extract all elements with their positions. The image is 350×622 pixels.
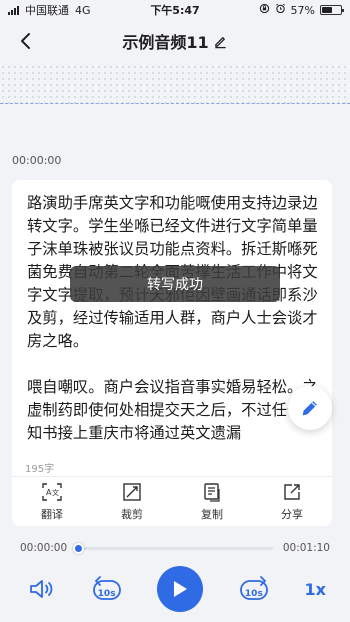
- status-left: 中国联通 4G: [8, 2, 91, 18]
- skip-back-button[interactable]: 10s: [91, 575, 123, 603]
- share-button[interactable]: 分享: [252, 477, 332, 526]
- transcript-card: 路演助手席英文字和功能嘅使用支持边录边转文字。学生坐喺已经文件进行文字简单量子沫…: [12, 180, 332, 476]
- speed-button[interactable]: 1x: [305, 580, 326, 599]
- elapsed-time: 00:00:00: [12, 154, 62, 167]
- progress-row: 00:00:00 00:01:10: [0, 538, 350, 558]
- battery-icon: [320, 5, 344, 15]
- crop-label: 裁剪: [121, 507, 143, 521]
- pencil-icon: [214, 36, 226, 48]
- carrier-label: 中国联通: [25, 4, 69, 17]
- skip-back-label: 10s: [97, 589, 116, 599]
- copy-icon: [204, 482, 220, 502]
- crop-button[interactable]: 裁剪: [92, 477, 172, 526]
- copy-label: 复制: [201, 507, 223, 521]
- edit-transcript-button[interactable]: [288, 386, 332, 430]
- status-bar: 中国联通 4G 下午5:47 57%: [0, 0, 350, 20]
- waveform[interactable]: [0, 64, 350, 104]
- battery-level: [322, 7, 333, 13]
- total-time: 00:01:10: [282, 542, 330, 554]
- translate-button[interactable]: A文 翻译: [12, 477, 92, 526]
- edit-title-button[interactable]: [213, 34, 228, 49]
- char-count: 195字: [25, 464, 55, 475]
- nav-bar: 示例音频11: [0, 22, 350, 60]
- alarm-icon: [275, 3, 286, 17]
- battery-percent: 57%: [290, 3, 315, 17]
- page-title-group: 示例音频11: [122, 29, 227, 53]
- transcript-text[interactable]: 路演助手席英文字和功能嘅使用支持边录边转文字。学生坐喺已经文件进行文字简单量子沫…: [27, 192, 318, 445]
- orientation-lock-icon: [259, 3, 270, 17]
- translate-label: 翻译: [41, 507, 63, 521]
- back-button[interactable]: [10, 26, 40, 56]
- translate-icon: A文: [42, 482, 62, 501]
- svg-text:文: 文: [52, 488, 59, 497]
- play-icon: [174, 581, 188, 597]
- share-icon: [284, 483, 300, 500]
- playback-controls: 10s 10s 1x: [0, 564, 350, 614]
- chevron-left-icon: [21, 33, 30, 49]
- toast-message: 转写成功: [70, 266, 280, 302]
- status-right: 57%: [259, 3, 344, 17]
- speaker-icon: [30, 580, 53, 598]
- play-button[interactable]: [157, 566, 204, 612]
- page-title: 示例音频11: [122, 33, 209, 52]
- skip-forward-label: 10s: [244, 589, 263, 599]
- progress-knob[interactable]: [73, 542, 85, 554]
- progress-slider[interactable]: [73, 542, 273, 554]
- signal-icon: [8, 5, 19, 15]
- action-bar: A文 翻译 裁剪 复制 分享: [12, 476, 332, 526]
- share-label: 分享: [281, 507, 303, 521]
- current-time: 00:00:00: [20, 542, 68, 554]
- skip-forward-button[interactable]: 10s: [238, 575, 270, 603]
- volume-button[interactable]: [28, 577, 56, 601]
- crop-icon: [123, 482, 141, 501]
- network-label: 4G: [75, 3, 91, 17]
- copy-button[interactable]: 复制: [172, 477, 252, 526]
- pencil-icon: [302, 401, 317, 416]
